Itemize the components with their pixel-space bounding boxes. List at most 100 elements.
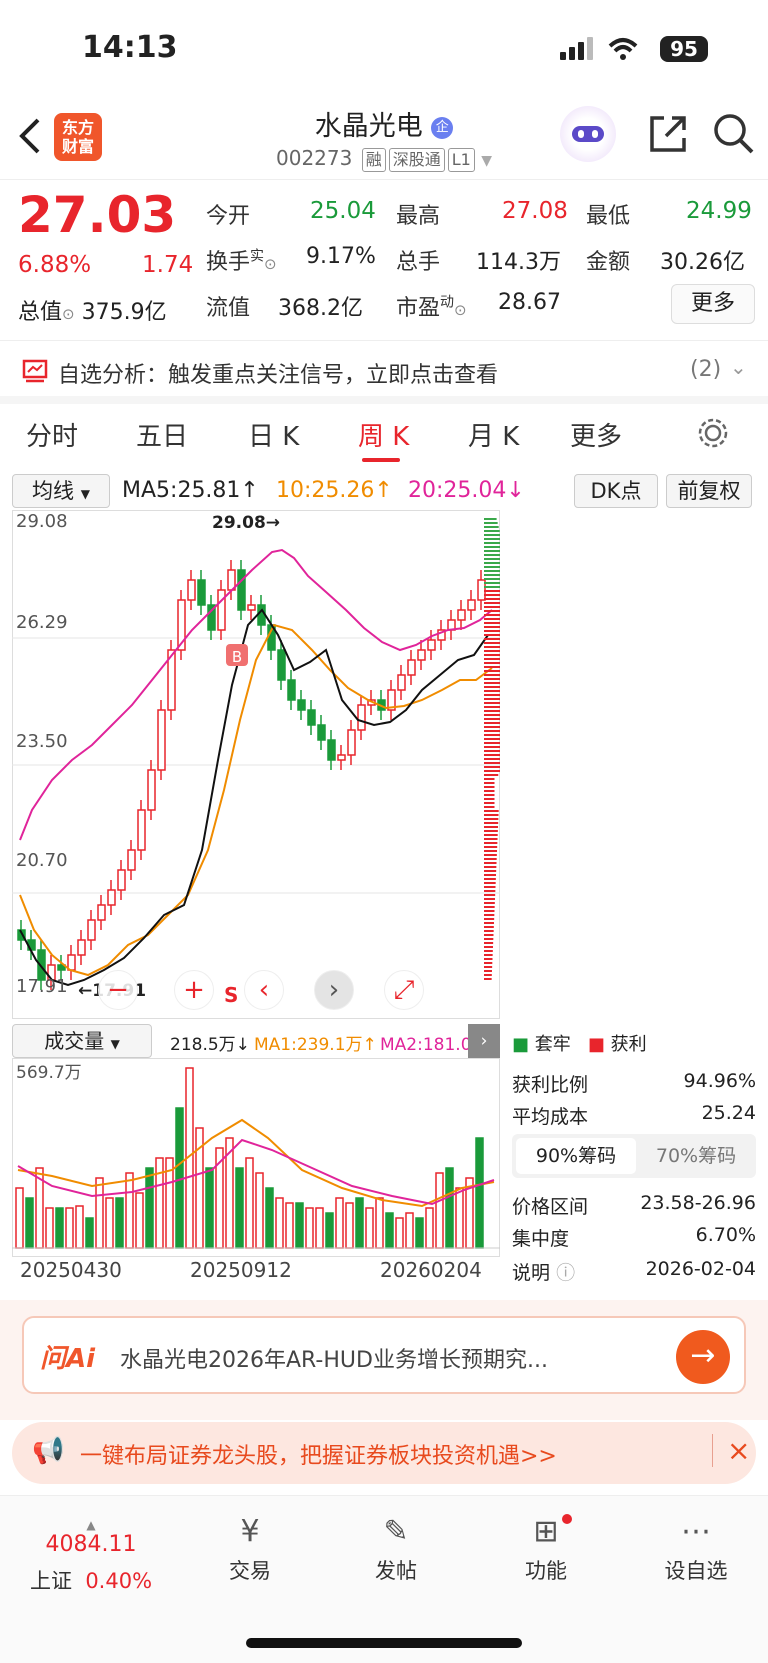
battery-icon: 95	[660, 36, 708, 62]
tab-weekly-k[interactable]: 周 K	[358, 416, 409, 453]
volume-bar	[405, 1212, 414, 1249]
tab-five-day[interactable]: 五日	[136, 416, 188, 453]
volume-bar	[335, 1197, 344, 1249]
y-tick-top: 29.08	[16, 511, 68, 532]
chip-bar	[484, 830, 498, 832]
chip-bar	[484, 538, 500, 540]
tab-intraday[interactable]: 分时	[26, 416, 78, 453]
add-watchlist-button[interactable]: ⋯ 设自选	[656, 1514, 736, 1585]
chip-bar	[484, 622, 500, 624]
ai-query-box[interactable]: 问Ai 水晶光电2026年AR-HUD业务增长预期究... →	[22, 1316, 746, 1394]
chip-bar	[484, 526, 499, 528]
trade-button[interactable]: ¥ 交易	[218, 1514, 282, 1585]
volume-selector[interactable]: 成交量 ▼	[12, 1024, 152, 1058]
enterprise-badge-icon: 企	[431, 116, 454, 139]
chip-bar	[484, 862, 497, 864]
chip-bar	[484, 966, 493, 968]
tab-more[interactable]: 更多	[570, 416, 622, 453]
notification-dot	[562, 1514, 572, 1524]
volume-bar	[475, 1137, 484, 1249]
next-button[interactable]: ›	[314, 970, 354, 1010]
change-amount: 1.74	[142, 252, 194, 278]
chip-bar	[484, 682, 500, 684]
kline-chart[interactable]: 29.08 26.29 23.50 20.70 17.91 29.08→ ←17…	[12, 510, 500, 1020]
volume-bar	[205, 1167, 214, 1249]
post-button[interactable]: ✎ 发帖	[364, 1514, 428, 1585]
chip-bar	[484, 574, 500, 576]
robot-assistant-icon[interactable]	[560, 106, 616, 162]
candle	[307, 709, 316, 726]
chip-bar	[484, 702, 500, 704]
profit-ratio-row: 获利比例 94.96%	[512, 1070, 756, 1096]
chip-bar	[484, 918, 495, 920]
analysis-bar[interactable]: 自选分析：触发重点关注信号，立即点击查看 (2) ⌄	[0, 340, 768, 404]
candle	[237, 569, 246, 611]
chip-bar	[484, 902, 495, 904]
indicator-selector[interactable]: 均线 ▼	[12, 474, 110, 508]
change-pct: 6.88%	[18, 252, 92, 278]
volume-bar	[345, 1202, 354, 1249]
expand-icon[interactable]: ⤢	[384, 970, 424, 1010]
y-tick-2: 26.29	[16, 612, 68, 633]
chip-bar	[484, 730, 500, 732]
zoom-out-button[interactable]: −	[98, 970, 138, 1010]
share-icon[interactable]	[646, 112, 690, 156]
volume-chart: 569.7万	[12, 1058, 500, 1257]
ma5-value: MA5:25.81↑	[122, 478, 259, 503]
chip-bar	[484, 758, 500, 760]
adjust-button[interactable]: 前复权	[666, 474, 752, 508]
concentration-row: 集中度 6.70%	[512, 1224, 756, 1250]
candle	[457, 609, 466, 621]
tab-70-chips[interactable]: 70%筹码	[638, 1138, 754, 1174]
volume-bar	[305, 1207, 314, 1249]
volume-bar	[325, 1212, 334, 1249]
chip-bar	[484, 634, 500, 636]
note-row: 说明 ⓘ 2026-02-04	[512, 1258, 756, 1284]
ai-question: 水晶光电2026年AR-HUD业务增长预期究...	[120, 1348, 548, 1373]
search-icon[interactable]	[712, 112, 756, 156]
chip-bar	[484, 754, 500, 756]
chip-bar	[484, 906, 495, 908]
y-tick-bottom: 17.91	[16, 976, 68, 997]
chevron-right-icon[interactable]: ›	[468, 1024, 500, 1058]
dropdown-icon[interactable]: ▼	[481, 153, 492, 169]
chip-bar	[484, 802, 495, 804]
more-button[interactable]: 更多	[671, 284, 755, 324]
candle	[77, 939, 86, 956]
candle	[297, 699, 306, 711]
dk-point-button[interactable]: DK点	[574, 474, 658, 508]
volume-bar	[25, 1197, 34, 1249]
close-icon[interactable]: ×	[712, 1434, 750, 1467]
zoom-in-button[interactable]: +	[174, 970, 214, 1010]
chip-bar	[484, 822, 499, 824]
avg-cost-row: 平均成本 25.24	[512, 1102, 756, 1128]
tab-90-chips[interactable]: 90%筹码	[516, 1138, 636, 1174]
candle	[147, 769, 156, 811]
date-end: 20260204	[380, 1258, 482, 1282]
candle	[87, 919, 96, 941]
chip-bar	[484, 594, 500, 596]
chip-bar	[484, 946, 493, 948]
volume-bar	[145, 1167, 154, 1249]
chip-bar	[484, 766, 500, 768]
index-widget[interactable]: ▲ 4084.11 上证 0.40%	[26, 1518, 156, 1595]
sell-marker-icon: S	[224, 983, 238, 1007]
ad-banner[interactable]: 📢 一键布局证券龙头股，把握证券板块投资机遇>> ×	[12, 1422, 756, 1484]
chip-bar	[484, 626, 500, 628]
status-bar: 14:13 95	[0, 0, 768, 100]
chip-bar	[484, 734, 500, 736]
function-button[interactable]: ⊞ 功能	[514, 1514, 578, 1585]
prev-button[interactable]: ‹	[244, 970, 284, 1010]
info-icon[interactable]: ⓘ	[556, 1262, 575, 1284]
chip-bar	[484, 910, 495, 912]
gear-icon[interactable]	[696, 416, 730, 450]
y-tick-4: 20.70	[16, 850, 68, 871]
trade-icon: ¥	[240, 1514, 260, 1549]
chips-legend: ■ 套牢 ■ 获利	[512, 1034, 647, 1055]
low-value: 24.99	[686, 198, 752, 224]
volume-bar	[115, 1197, 124, 1249]
tab-monthly-k[interactable]: 月 K	[468, 416, 519, 453]
tab-daily-k[interactable]: 日 K	[248, 416, 299, 453]
chip-bar	[484, 718, 500, 720]
arrow-right-icon[interactable]: →	[676, 1330, 730, 1384]
